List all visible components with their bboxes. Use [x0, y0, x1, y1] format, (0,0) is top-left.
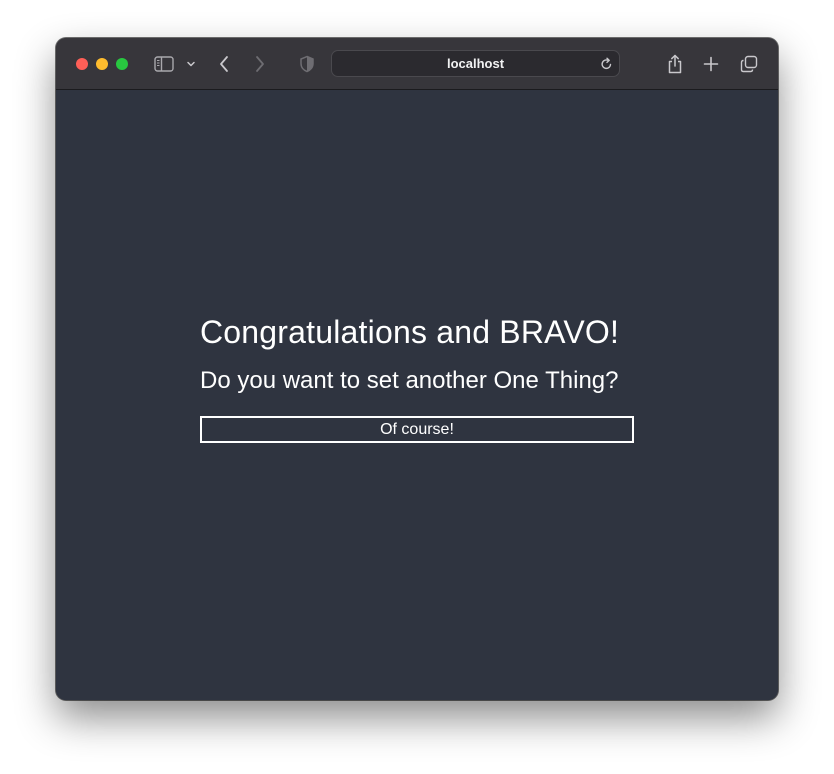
of-course-button[interactable]: Of course! — [200, 416, 634, 443]
address-text: localhost — [446, 56, 505, 71]
page-content: Congratulations and BRAVO! Do you want t… — [56, 90, 778, 700]
zoom-window-button[interactable] — [116, 58, 128, 70]
minimize-window-button[interactable] — [96, 58, 108, 70]
page-title: Congratulations and BRAVO! — [200, 314, 620, 350]
chevron-down-icon[interactable] — [184, 52, 198, 76]
completion-panel: Congratulations and BRAVO! Do you want t… — [200, 312, 634, 443]
reload-icon[interactable] — [600, 57, 613, 76]
address-bar[interactable]: localhost — [331, 50, 620, 77]
sidebar-icon[interactable] — [152, 52, 176, 76]
share-icon[interactable] — [664, 52, 686, 76]
chevron-right-icon[interactable] — [250, 52, 270, 76]
plus-icon[interactable] — [701, 52, 721, 76]
close-window-button[interactable] — [76, 58, 88, 70]
prompt-text: Do you want to set another One Thing? — [200, 367, 619, 394]
tabs-icon[interactable] — [738, 52, 760, 76]
chevron-left-icon[interactable] — [214, 52, 234, 76]
browser-toolbar: localhost — [56, 38, 778, 90]
shield-icon[interactable] — [296, 52, 318, 76]
browser-window: localhost Congratulations and BRAVO! Do … — [56, 38, 778, 700]
